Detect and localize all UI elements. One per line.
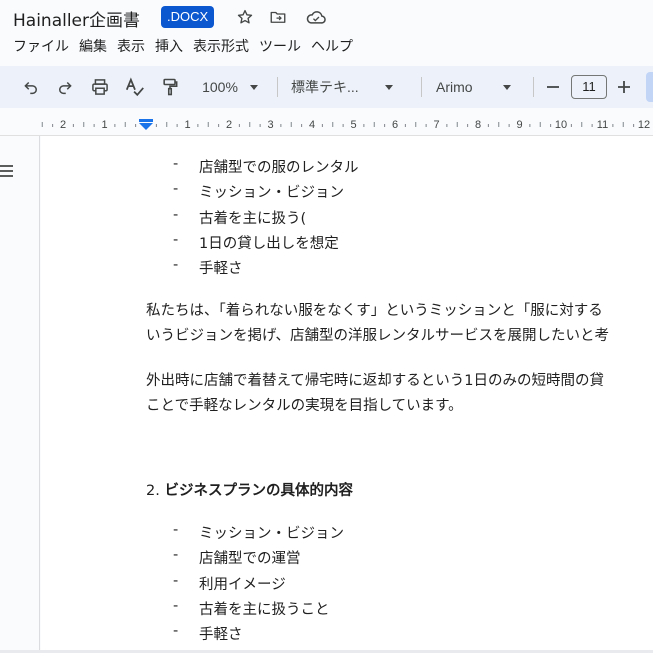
zoom-select[interactable]: 100%	[195, 74, 265, 100]
file-extension-badge: .DOCX	[161, 6, 215, 28]
ruler-label: 8	[475, 119, 481, 131]
bullet-marker: -	[173, 522, 179, 538]
document-page[interactable]: - 店舗型での服のレンタル - ミッション・ビジョン - 古着を主に扱う( - …	[41, 136, 653, 653]
font-size-input[interactable]: 11	[571, 75, 607, 99]
bullet-marker: -	[173, 547, 179, 563]
menu-bar: ファイル 編集 表示 挿入 表示形式 ツール ヘルプ	[0, 34, 363, 58]
menu-help[interactable]: ヘルプ	[311, 36, 363, 56]
redo-icon[interactable]	[54, 74, 76, 100]
increase-font-size-icon[interactable]	[614, 74, 634, 100]
bullet-marker: -	[173, 598, 179, 614]
toolbar-divider	[533, 77, 534, 97]
ruler: 2 1 1 2 3 4 5 6 7 8 9 10 11 12	[0, 108, 653, 136]
cloud-status-icon[interactable]	[304, 7, 328, 27]
ruler-label: 9	[516, 119, 522, 131]
bullet-text: ミッション・ビジョン	[199, 185, 344, 201]
menu-file[interactable]: ファイル	[13, 36, 79, 56]
bullet-marker: -	[173, 207, 179, 223]
ruler-label: 5	[350, 119, 356, 131]
section-heading: 2. ビジネスプランの具体的内容	[146, 479, 353, 500]
ruler-label: 11	[597, 119, 608, 131]
document-outline-icon[interactable]	[0, 163, 14, 181]
zoom-value: 100%	[202, 79, 238, 95]
chevron-down-icon	[502, 84, 511, 90]
toolbar-overflow-edge	[646, 72, 653, 102]
bullet-text: 店舗型での運営	[199, 551, 301, 567]
bullet-text: ミッション・ビジョン	[199, 526, 344, 542]
print-icon[interactable]	[88, 74, 112, 100]
ruler-label: 1	[184, 119, 190, 131]
paragraph-style-select[interactable]: 標準テキ...	[291, 74, 406, 100]
bullet-marker: -	[173, 156, 179, 172]
indent-marker-icon[interactable]	[139, 119, 153, 130]
bullet-text: 1日の貸し出しを想定	[199, 236, 339, 252]
bullet-marker: -	[173, 623, 179, 639]
menu-format[interactable]: 表示形式	[193, 36, 259, 56]
toolbar-divider	[421, 77, 422, 97]
bullet-text: 店舗型での服のレンタル	[199, 160, 359, 176]
bullet-marker: -	[173, 257, 179, 273]
ruler-label: 1	[101, 119, 107, 131]
heading-title: ビジネスプランの具体的内容	[164, 483, 353, 499]
outline-panel	[0, 136, 40, 653]
menu-edit[interactable]: 編集	[79, 36, 117, 56]
move-to-folder-icon[interactable]	[268, 7, 288, 27]
menu-insert[interactable]: 挿入	[155, 36, 193, 56]
bullet-marker: -	[173, 181, 179, 197]
paragraph-line: 外出時に店舗で着替えて帰宅時に返却するという1日のみの短時間の貸	[146, 373, 604, 389]
font-family-select[interactable]: Arimo	[436, 74, 522, 100]
heading-number: 2.	[146, 483, 160, 499]
ruler-label: 6	[392, 119, 398, 131]
bullet-marker: -	[173, 573, 179, 589]
ruler-label: 4	[309, 119, 315, 131]
font-family-value: Arimo	[436, 79, 473, 95]
paragraph-line: 私たちは、「着られない服をなくす」というミッションと「服に対する	[146, 303, 603, 319]
toolbar: 100% 標準テキ... Arimo	[0, 66, 653, 108]
paragraph-line: ことで手軽なレンタルの実現を目指しています。	[146, 398, 463, 414]
menu-tools[interactable]: ツール	[259, 36, 311, 56]
toolbar-divider	[277, 77, 278, 97]
bullet-text: 利用イメージ	[199, 577, 286, 593]
paint-format-icon[interactable]	[158, 74, 182, 100]
ruler-label: 10	[555, 119, 567, 131]
title-bar: Hainaller企画書 .DOCX	[0, 0, 653, 34]
paragraph-style-value: 標準テキ...	[291, 79, 359, 95]
bullet-text: 手軽さ	[199, 627, 243, 643]
ruler-label: 7	[433, 119, 439, 131]
spellcheck-icon[interactable]	[123, 74, 147, 100]
bullet-text: 手軽さ	[199, 261, 243, 277]
undo-icon[interactable]	[20, 74, 42, 100]
chevron-down-icon	[384, 84, 393, 90]
ruler-label: 12	[638, 119, 650, 131]
menu-view[interactable]: 表示	[117, 36, 155, 56]
ruler-label: 2	[60, 119, 66, 131]
ruler-label: 3	[267, 119, 273, 131]
bullet-text: 古着を主に扱うこと	[199, 602, 330, 618]
ruler-scale: 2 1 1 2 3 4 5 6 7 8 9 10 11 12	[41, 119, 650, 131]
paragraph-line: いうビジョンを掲げ、店舗型の洋服レンタルサービスを展開したいと考	[146, 328, 609, 344]
bullet-marker: -	[173, 232, 179, 248]
decrease-font-size-icon[interactable]	[543, 74, 563, 100]
chevron-down-icon	[249, 84, 258, 90]
document-title[interactable]: Hainaller企画書	[13, 6, 140, 31]
bullet-text: 古着を主に扱う(	[199, 211, 307, 227]
ruler-label: 2	[226, 119, 232, 131]
star-icon[interactable]	[235, 7, 255, 27]
